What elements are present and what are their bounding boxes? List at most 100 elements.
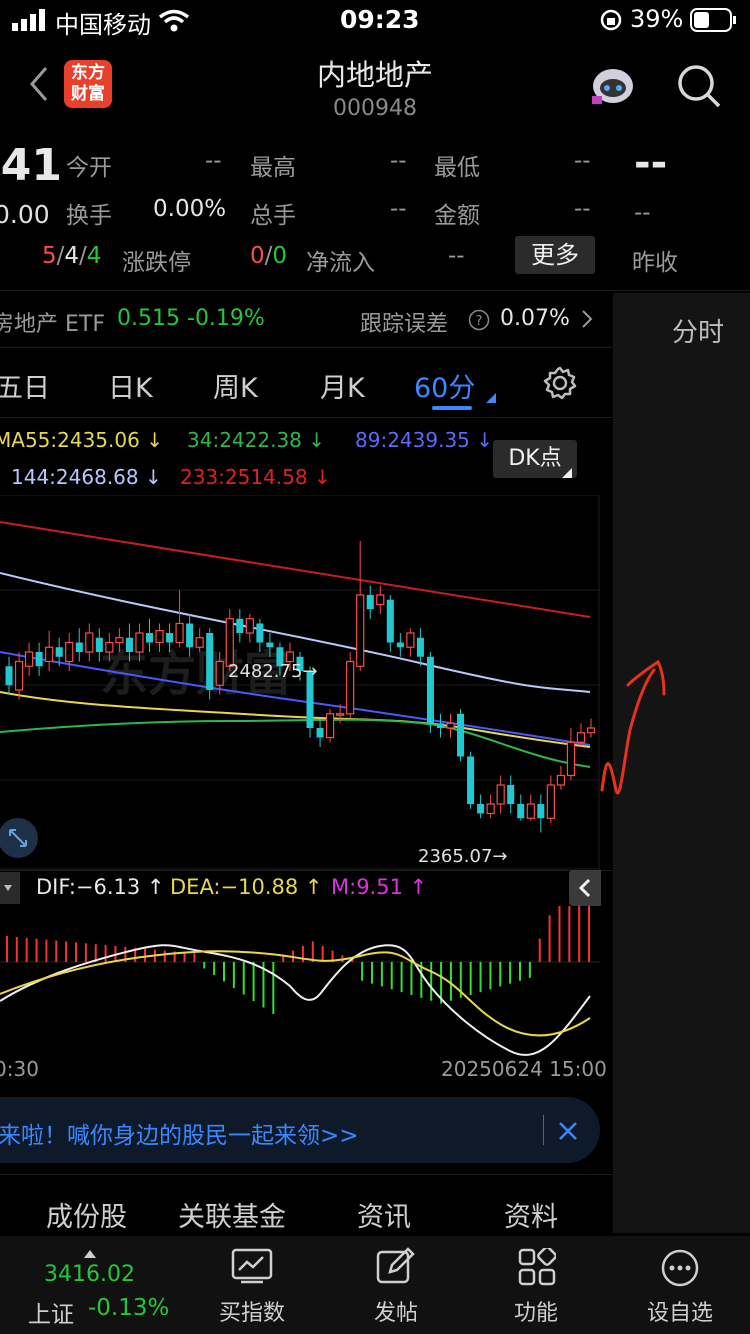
divider: [0, 1174, 613, 1175]
high-label: 最高: [250, 155, 296, 181]
candle-body: [486, 803, 495, 815]
close-icon[interactable]: [556, 1119, 580, 1147]
candle-body: [245, 618, 254, 634]
side-change: --: [634, 200, 651, 226]
sh-index-value[interactable]: 3416.02: [44, 1262, 135, 1287]
dropdown-corner-icon: [486, 388, 496, 407]
updown-count: 5/4/4: [42, 243, 102, 269]
tab-profile[interactable]: 资料: [504, 1195, 558, 1234]
etf-name[interactable]: 房地产 ETF: [0, 306, 105, 338]
tab-constituents[interactable]: 成份股: [46, 1195, 127, 1234]
tab-day-k[interactable]: 日K: [108, 366, 153, 405]
candle-body: [416, 637, 424, 657]
candle-body: [105, 641, 114, 653]
edit-post-icon[interactable]: [376, 1246, 416, 1290]
candle-body: [496, 784, 505, 805]
ma233-label: 233:2514.58 ↓: [180, 465, 331, 489]
hand-drawn-arrow: [600, 660, 666, 795]
etf-change: -0.19%: [187, 306, 265, 331]
divider: [0, 870, 613, 871]
candle-body: [125, 637, 133, 652]
candle-body: [115, 637, 124, 644]
tab-five-day[interactable]: 五日: [0, 366, 50, 405]
candle-body: [576, 732, 586, 743]
chevron-up-icon: [84, 1243, 96, 1262]
tracking-error-label: 跟踪误差: [360, 312, 449, 337]
candle-body: [95, 637, 103, 652]
candle-body: [586, 727, 596, 734]
candle-body: [195, 637, 204, 648]
tab-60min[interactable]: 60分: [414, 366, 475, 405]
limit-count: 0/0: [250, 243, 288, 269]
candle-body: [556, 774, 565, 786]
high-value: --: [390, 148, 407, 174]
candle-body: [256, 623, 264, 643]
low-label: 最低: [434, 155, 480, 181]
tab-related-funds[interactable]: 关联基金: [178, 1195, 286, 1234]
clock: 09:23: [340, 5, 420, 34]
time-axis-start: 0:30: [0, 1057, 39, 1081]
chevron-right-icon[interactable]: [580, 308, 594, 334]
tab-week-k[interactable]: 周K: [213, 366, 258, 405]
candle-body: [325, 713, 335, 739]
turnover-value: 0.00%: [153, 196, 227, 222]
tab-buy-index[interactable]: 买指数: [200, 1295, 304, 1327]
status-bar: 中国移动 09:23 39%: [0, 0, 750, 40]
candle-body: [316, 728, 324, 738]
chart-trend-icon[interactable]: [231, 1248, 273, 1288]
candle-body: [507, 785, 515, 804]
volume-label: 总手: [250, 203, 296, 229]
more-dots-icon[interactable]: [660, 1248, 700, 1292]
apps-grid-icon[interactable]: [518, 1246, 557, 1290]
ma55-label: MA55:2435.06 ↓: [0, 428, 163, 452]
svg-text:?: ?: [476, 314, 483, 329]
help-icon[interactable]: ?: [468, 309, 490, 335]
settings-gear-icon[interactable]: [542, 365, 578, 405]
candle-body: [85, 632, 94, 653]
candle-body: [166, 633, 174, 643]
dropdown-corner-icon: [562, 463, 572, 482]
candle-body: [396, 642, 404, 648]
candle-body: [426, 656, 434, 724]
ma89-label: 89:2439.35 ↓: [355, 428, 494, 452]
more-button[interactable]: 更多: [515, 236, 595, 274]
time-axis-end: 20250624 15:00: [441, 1057, 607, 1081]
open-label: 今开: [66, 155, 112, 181]
expand-icon[interactable]: [0, 818, 38, 858]
candlestick-chart[interactable]: 东方财富 2482.75→ 2365.07→: [0, 495, 600, 870]
sh-index-change[interactable]: -0.13%: [88, 1295, 169, 1321]
tab-functions[interactable]: 功能: [484, 1295, 588, 1327]
wifi-icon: [158, 8, 190, 36]
robot-assistant-icon[interactable]: [588, 62, 638, 112]
dif-label: DIF:−6.13 ↑: [36, 875, 165, 899]
side-tab-timeshare[interactable]: 分时: [672, 312, 724, 349]
divider: [0, 347, 613, 348]
candle-body: [546, 784, 555, 819]
tab-post[interactable]: 发帖: [344, 1295, 448, 1327]
promo-banner-text[interactable]: 来啦！喊你身边的股民一起来领>>: [0, 1116, 359, 1150]
candle-body: [135, 632, 144, 653]
macd-chart[interactable]: [0, 906, 600, 1056]
candle-body: [186, 623, 194, 648]
tab-news[interactable]: 资讯: [357, 1195, 411, 1234]
candle-body: [236, 618, 244, 633]
candle-body: [517, 804, 525, 819]
ma233-line: [0, 521, 591, 618]
candle-body: [446, 722, 455, 729]
divider: [0, 290, 750, 291]
m-label: M:9.51 ↑: [331, 875, 428, 899]
candle-body: [376, 594, 385, 606]
macd-toggle[interactable]: [0, 872, 20, 904]
search-icon[interactable]: [676, 63, 722, 113]
tab-add-watchlist[interactable]: 设自选: [628, 1295, 732, 1327]
sh-index-name[interactable]: 上证: [28, 1295, 74, 1329]
etf-price: 0.515: [117, 306, 180, 331]
candle-body: [45, 646, 54, 663]
tab-month-k[interactable]: 月K: [320, 366, 365, 405]
collapse-panel-button[interactable]: [569, 870, 601, 906]
candle-body: [24, 651, 34, 667]
candle-body: [14, 660, 24, 691]
candle-body: [386, 599, 394, 643]
battery-percent: 39%: [630, 5, 684, 33]
netflow-label: 净流入: [306, 250, 375, 276]
